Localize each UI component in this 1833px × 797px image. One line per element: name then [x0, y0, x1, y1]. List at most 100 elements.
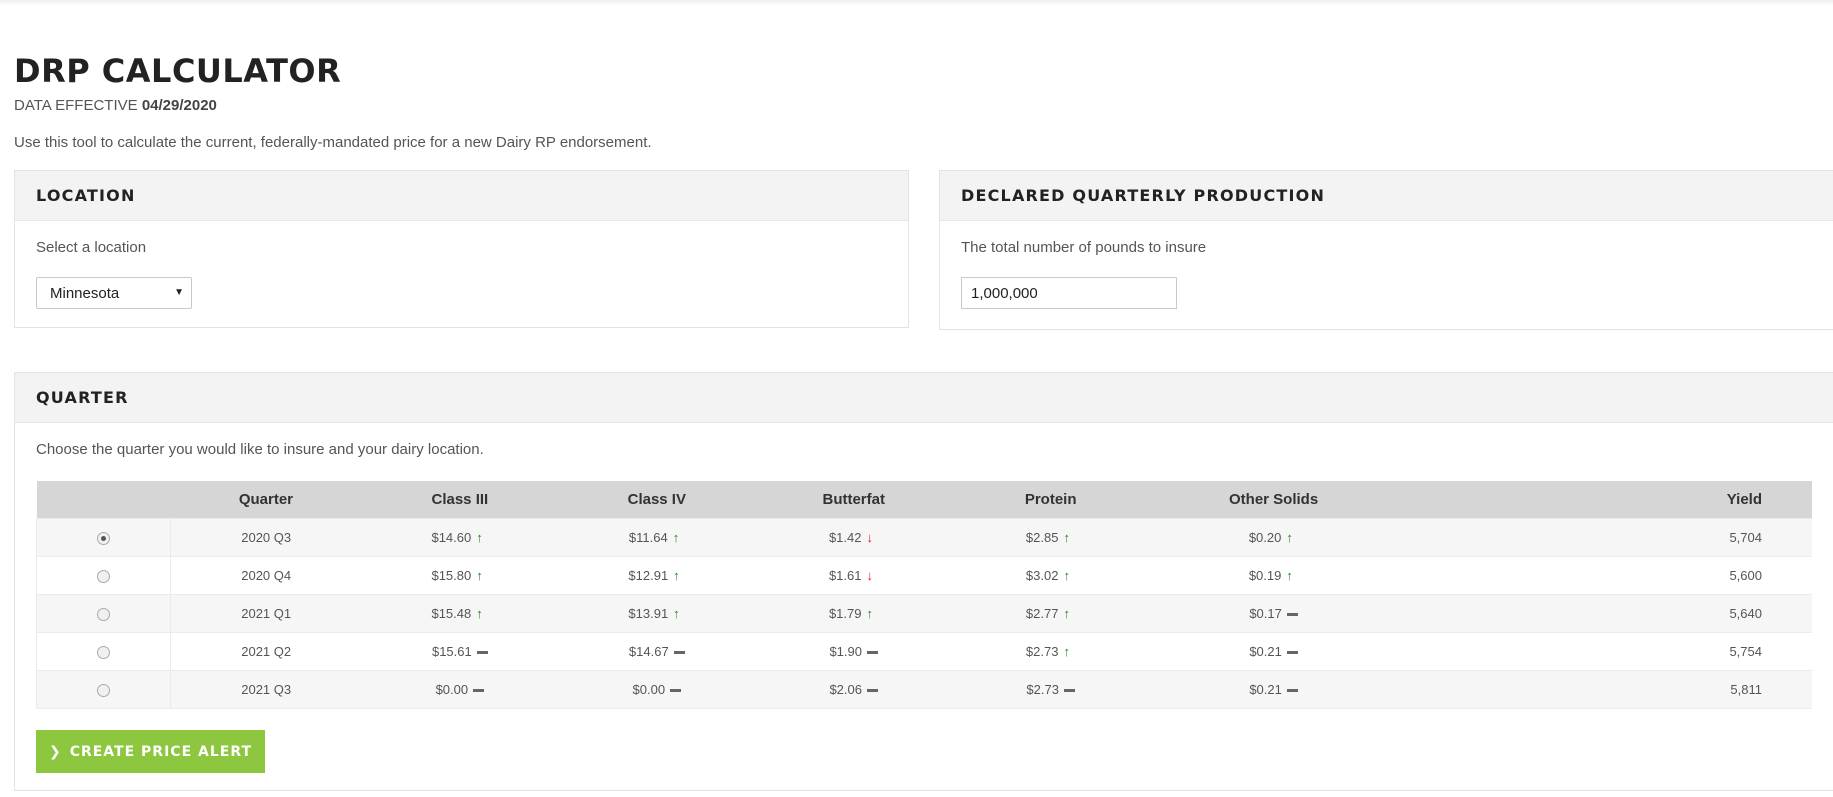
cell-class-iii: $14.60 ↑	[361, 518, 559, 557]
cell-value: $12.91	[628, 568, 669, 583]
cell-yield: 5,600	[1398, 556, 1812, 595]
dash-icon	[1063, 689, 1075, 693]
cell-value: $0.20	[1248, 530, 1282, 545]
table-header-row: Quarter Class III Class IV Butterfat Pro…	[36, 481, 1812, 519]
row-radio-cell[interactable]	[36, 556, 171, 595]
location-panel: LOCATION Select a location Minnesota ▼	[14, 170, 909, 328]
cell-value: $15.80	[431, 568, 472, 583]
cell-class-iii: $15.80 ↑	[361, 556, 559, 595]
cell-value: $11.64	[628, 530, 668, 545]
column-header-class-iv: Class IV	[558, 481, 756, 519]
row-radio-cell[interactable]	[36, 518, 171, 557]
cell-quarter: 2021 Q2	[170, 632, 362, 671]
pounds-input-value: 1,000,000	[971, 284, 1038, 302]
cell-other-solids: $0.21	[1149, 632, 1399, 671]
cell-value: $1.61	[828, 568, 862, 583]
cell-butterfat: $1.61 ↓	[755, 556, 953, 595]
cell-other-solids: $0.17	[1149, 594, 1399, 633]
cell-butterfat: $1.90	[755, 632, 953, 671]
dash-icon	[473, 689, 485, 693]
table-row[interactable]: 2020 Q4 $15.80 ↑ $12.91 ↑ $1.61 ↓ $3.02 ↑ $0…	[36, 556, 1812, 595]
cell-yield: 5,640	[1398, 594, 1812, 633]
row-radio-cell[interactable]	[36, 670, 171, 709]
cell-other-solids: $0.19 ↑	[1149, 556, 1399, 595]
page-title: DRP CALCULATOR	[14, 52, 342, 90]
cell-value: $14.67	[628, 644, 669, 659]
cell-class-iii: $15.48 ↑	[361, 594, 559, 633]
dash-icon	[1286, 651, 1298, 655]
create-price-alert-button[interactable]: ❯ CREATE PRICE ALERT	[36, 730, 265, 773]
location-heading: LOCATION	[15, 171, 908, 221]
cell-butterfat: $1.42 ↓	[755, 518, 953, 557]
cell-quarter: 2021 Q3	[170, 670, 362, 709]
cell-value: $0.21	[1249, 644, 1282, 659]
arrow-up-icon: ↑	[476, 606, 483, 621]
cell-class-iii: $0.00	[361, 670, 559, 709]
cell-protein: $3.02 ↑	[952, 556, 1150, 595]
table-row[interactable]: 2020 Q3 $14.60 ↑ $11.64 ↑ $1.42 ↓ $2.85 ↑ $0…	[36, 518, 1812, 557]
cell-yield: 5,704	[1398, 518, 1812, 557]
cell-protein: $2.85 ↑	[952, 518, 1150, 557]
cell-protein: $2.77 ↑	[952, 594, 1150, 633]
column-header-select	[36, 481, 171, 519]
cell-quarter: 2021 Q1	[170, 594, 362, 633]
cell-value: $0.21	[1249, 682, 1282, 697]
column-header-butterfat: Butterfat	[755, 481, 953, 519]
table-row[interactable]: 2021 Q2 $15.61 $14.67 $1.90 $2.73 ↑ $0.21…	[36, 632, 1812, 671]
arrow-up-icon: ↑	[866, 606, 874, 621]
cell-value: $1.42	[828, 530, 862, 545]
dash-icon	[673, 651, 685, 655]
data-effective-label: DATA EFFECTIVE	[14, 97, 138, 114]
cell-value: $1.90	[829, 644, 862, 659]
cell-value: $15.61	[431, 644, 472, 659]
cell-value: $3.02	[1025, 568, 1059, 583]
arrow-up-icon: ↑	[1286, 568, 1293, 583]
column-header-class-iii: Class III	[361, 481, 559, 519]
row-radio-cell[interactable]	[36, 594, 171, 633]
table-row[interactable]: 2021 Q3 $0.00 $0.00 $2.06 $2.73 $0.21 5,…	[36, 670, 1812, 709]
cell-quarter: 2020 Q3	[170, 518, 362, 557]
location-select[interactable]: Minnesota ▼	[36, 277, 192, 309]
quarter-radio[interactable]	[96, 684, 110, 698]
cell-butterfat: $2.06	[755, 670, 953, 709]
dash-icon	[1286, 613, 1298, 617]
quarter-panel: QUARTER Choose the quarter you would lik…	[14, 372, 1833, 791]
table-row[interactable]: 2021 Q1 $15.48 ↑ $13.91 ↑ $1.79 ↑ $2.77 ↑ $0…	[36, 594, 1812, 633]
cell-value: $0.19	[1248, 568, 1282, 583]
caret-down-icon: ▼	[174, 287, 184, 298]
quarter-radio[interactable]	[96, 570, 110, 584]
arrow-up-icon: ↑	[476, 568, 483, 583]
pounds-input[interactable]: 1,000,000	[961, 277, 1177, 309]
cell-value: $1.79	[828, 606, 862, 621]
dash-icon	[867, 689, 878, 693]
arrow-up-icon: ↑	[673, 606, 680, 621]
create-price-alert-label: CREATE PRICE ALERT	[69, 743, 253, 760]
column-header-other-solids: Other Solids	[1149, 481, 1399, 519]
cell-class-iv: $12.91 ↑	[558, 556, 756, 595]
row-radio-cell[interactable]	[36, 632, 171, 671]
cell-value: $0.17	[1249, 606, 1282, 621]
quarter-table-body: 2020 Q3 $14.60 ↑ $11.64 ↑ $1.42 ↓ $2.85 ↑ $0…	[36, 518, 1812, 709]
cell-value: $14.60	[431, 530, 472, 545]
quarter-radio[interactable]	[96, 608, 110, 622]
cell-class-iv: $0.00	[558, 670, 756, 709]
cell-value: $2.77	[1025, 606, 1059, 621]
location-label: Select a location	[36, 239, 147, 256]
cell-other-solids: $0.20 ↑	[1149, 518, 1399, 557]
cell-value: $15.48	[431, 606, 472, 621]
column-header-quarter: Quarter	[170, 481, 362, 519]
cell-value: $2.73	[1026, 682, 1059, 697]
quarter-radio[interactable]	[96, 532, 110, 546]
dash-icon	[476, 651, 488, 655]
cell-value: $2.73	[1025, 644, 1059, 659]
drp-calculator-page: DRP CALCULATOR DATA EFFECTIVE 04/29/2020…	[14, 0, 1833, 797]
cell-class-iii: $15.61	[361, 632, 559, 671]
cell-class-iv: $11.64 ↑	[558, 518, 756, 557]
cell-value: $2.06	[829, 682, 862, 697]
arrow-up-icon: ↑	[672, 530, 680, 545]
cell-protein: $2.73	[952, 670, 1150, 709]
dash-icon	[1286, 689, 1298, 693]
production-panel: DECLARED QUARTERLY PRODUCTION The total …	[939, 170, 1833, 330]
cell-class-iv: $13.91 ↑	[558, 594, 756, 633]
quarter-radio[interactable]	[96, 646, 110, 660]
